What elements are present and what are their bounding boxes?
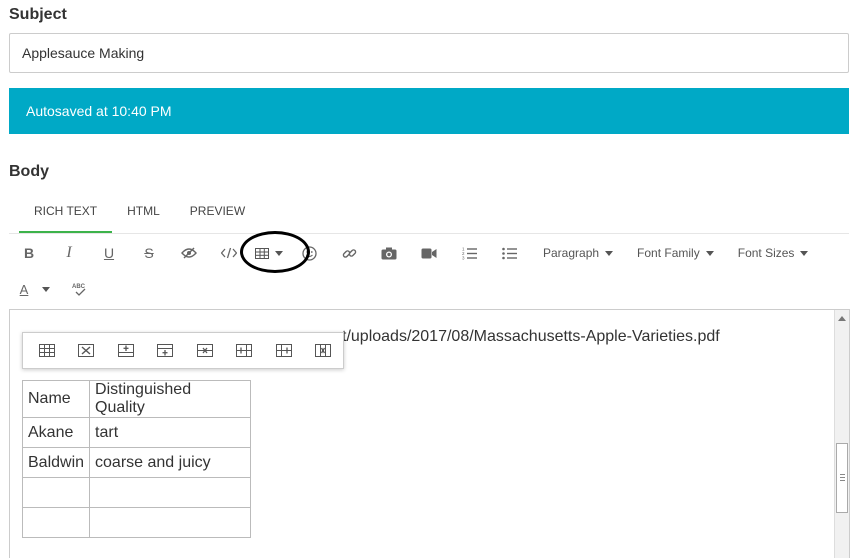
tab-preview[interactable]: PREVIEW bbox=[175, 196, 260, 233]
font-sizes-dropdown[interactable]: Font Sizes bbox=[738, 246, 809, 260]
eye-slash-icon bbox=[181, 247, 197, 259]
delete-table-icon bbox=[78, 344, 95, 357]
code-icon bbox=[221, 247, 237, 259]
table-cell[interactable]: Name bbox=[21, 380, 91, 418]
table-cell[interactable]: Distinguished Quality bbox=[89, 380, 252, 418]
insert-row-before-icon bbox=[117, 344, 134, 357]
insert-column-before-icon bbox=[236, 344, 253, 357]
clear-format-button[interactable] bbox=[169, 241, 209, 265]
paragraph-dropdown-label: Paragraph bbox=[543, 246, 600, 260]
camera-icon bbox=[381, 247, 397, 259]
tab-html[interactable]: HTML bbox=[112, 196, 175, 233]
unordered-list-icon bbox=[501, 247, 517, 259]
table-icon bbox=[38, 344, 55, 357]
grip-line bbox=[840, 477, 845, 478]
italic-icon: I bbox=[66, 244, 72, 261]
spellcheck-icon: ABC bbox=[72, 284, 86, 296]
table-cell[interactable] bbox=[21, 507, 91, 538]
insert-column-after-icon bbox=[275, 344, 292, 357]
font-sizes-dropdown-label: Font Sizes bbox=[737, 246, 795, 260]
code-view-button[interactable] bbox=[209, 241, 249, 265]
video-camera-icon bbox=[421, 248, 437, 258]
chevron-down-icon bbox=[275, 250, 283, 256]
insert-row-after-button[interactable] bbox=[146, 336, 186, 366]
italic-button[interactable]: I bbox=[49, 241, 89, 265]
underline-button[interactable]: U bbox=[89, 241, 129, 265]
delete-column-button[interactable] bbox=[304, 336, 344, 366]
font-family-dropdown[interactable]: Font Family bbox=[637, 246, 714, 260]
bold-icon: B bbox=[23, 245, 35, 261]
subject-input[interactable] bbox=[9, 33, 849, 73]
table-cell[interactable]: tart bbox=[89, 417, 252, 448]
chevron-down-icon bbox=[705, 250, 714, 256]
table-icon bbox=[255, 247, 269, 259]
tab-rich-text[interactable]: RICH TEXT bbox=[19, 196, 113, 233]
scrollbar-thumb[interactable] bbox=[836, 443, 848, 513]
insert-video-button[interactable] bbox=[409, 241, 449, 265]
strikethrough-icon: S bbox=[144, 245, 154, 261]
table-row bbox=[21, 507, 252, 538]
delete-table-button[interactable] bbox=[67, 336, 107, 366]
insert-image-button[interactable] bbox=[369, 241, 409, 265]
table-cell[interactable]: Baldwin bbox=[21, 447, 91, 478]
insert-column-before-button[interactable] bbox=[225, 336, 265, 366]
delete-row-button[interactable] bbox=[185, 336, 225, 366]
insert-column-after-button[interactable] bbox=[264, 336, 304, 366]
table-row: Baldwin coarse and juicy bbox=[21, 447, 252, 478]
table-row: Akane tart bbox=[21, 417, 252, 448]
bold-button[interactable]: B bbox=[9, 241, 49, 265]
table-cell[interactable] bbox=[89, 477, 252, 508]
rich-text-editor[interactable]: t/uploads/2017/08/Massachusetts-Apple-Va… bbox=[9, 309, 850, 558]
paragraph-dropdown[interactable]: Paragraph bbox=[543, 246, 614, 260]
ordered-list-icon: 1 2 3 bbox=[462, 247, 477, 261]
emoticon-button[interactable] bbox=[289, 241, 329, 265]
font-color-icon: A bbox=[19, 281, 29, 297]
spellcheck-button[interactable]: ABC bbox=[61, 277, 97, 301]
unordered-list-button[interactable] bbox=[489, 241, 529, 265]
chevron-down-icon bbox=[800, 250, 809, 256]
svg-text:ABC: ABC bbox=[72, 284, 86, 290]
insert-row-after-icon bbox=[157, 344, 174, 357]
table-edit-popup bbox=[22, 332, 344, 369]
strikethrough-button[interactable]: S bbox=[129, 241, 169, 265]
body-label: Body bbox=[9, 163, 49, 180]
font-color-button[interactable]: A bbox=[9, 277, 61, 301]
grip-line bbox=[840, 480, 845, 481]
chevron-down-icon bbox=[605, 250, 614, 256]
smiley-icon bbox=[301, 245, 317, 261]
delete-column-icon bbox=[315, 344, 332, 357]
font-family-dropdown-label: Font Family bbox=[637, 246, 700, 260]
insert-table-button[interactable] bbox=[249, 241, 289, 265]
content-table[interactable]: Name Distinguished Quality Akane tart Ba… bbox=[21, 380, 252, 538]
underline-icon: U bbox=[103, 245, 115, 261]
table-row bbox=[21, 477, 252, 508]
table-cell[interactable] bbox=[89, 507, 252, 538]
chevron-down-icon bbox=[42, 286, 51, 292]
insert-row-before-button[interactable] bbox=[106, 336, 146, 366]
svg-text:3: 3 bbox=[462, 256, 465, 261]
scroll-up-arrow-icon[interactable] bbox=[838, 316, 846, 321]
table-cell[interactable]: Akane bbox=[21, 417, 91, 448]
link-icon bbox=[342, 248, 356, 258]
content-url-text: t/uploads/2017/08/Massachusetts-Apple-Va… bbox=[342, 328, 720, 345]
ordered-list-button[interactable]: 1 2 3 bbox=[449, 241, 489, 265]
table-properties-button[interactable] bbox=[27, 336, 67, 366]
delete-row-icon bbox=[196, 344, 213, 357]
subject-label: Subject bbox=[9, 6, 67, 23]
table-cell[interactable]: coarse and juicy bbox=[89, 447, 252, 478]
insert-link-button[interactable] bbox=[329, 241, 369, 265]
vertical-scrollbar[interactable] bbox=[834, 310, 849, 558]
editor-toolbar: B I U S 1 2 3 Paragraph Font Family Font… bbox=[9, 241, 818, 265]
autosave-status-bar: Autosaved at 10:40 PM bbox=[9, 88, 849, 134]
grip-line bbox=[840, 474, 845, 475]
table-cell[interactable] bbox=[21, 477, 91, 508]
tabs-divider bbox=[9, 233, 849, 234]
table-row: Name Distinguished Quality bbox=[21, 380, 252, 418]
editor-toolbar-row-2: A ABC bbox=[9, 277, 97, 301]
editor-tabs: RICH TEXT HTML PREVIEW bbox=[19, 196, 260, 234]
